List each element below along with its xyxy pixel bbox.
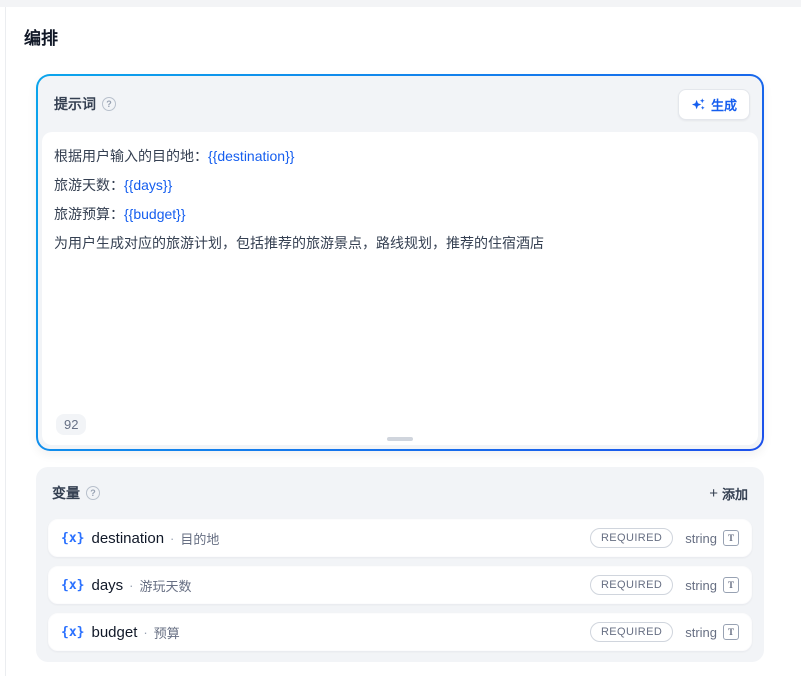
prompt-card-header: 提示词 ? 生成 bbox=[38, 76, 762, 132]
text-type-icon: T bbox=[723, 624, 739, 640]
variable-name: destination bbox=[91, 530, 164, 547]
prompt-card-inner: 提示词 ? 生成 根据用户输入的目的地：{{destination}} bbox=[38, 76, 762, 449]
required-badge: REQUIRED bbox=[590, 528, 673, 548]
page-title: 编排 bbox=[24, 24, 58, 49]
variables-panel: 变量 ? + 添加 {x} destination · 目的地 REQUIRED… bbox=[36, 467, 764, 662]
top-toolbar-edge bbox=[0, 0, 801, 7]
dot-separator: · bbox=[143, 625, 147, 640]
required-badge: REQUIRED bbox=[590, 622, 673, 642]
sparkle-icon bbox=[691, 97, 706, 112]
variable-type: string bbox=[685, 578, 717, 593]
add-variable-button[interactable]: + 添加 bbox=[709, 484, 748, 503]
variables-header: 变量 ? + 添加 bbox=[48, 467, 752, 519]
dot-separator: · bbox=[129, 578, 133, 593]
prompt-line-text: 根据用户输入的目的地： bbox=[54, 148, 208, 164]
prompt-title-group: 提示词 ? bbox=[54, 94, 116, 114]
variable-row-budget[interactable]: {x} budget · 预算 REQUIRED string T bbox=[48, 613, 752, 651]
prompt-variable-token: {{days}} bbox=[124, 177, 172, 193]
prompt-line-text: 旅游天数： bbox=[54, 177, 124, 193]
variable-row-meta: REQUIRED string T bbox=[590, 622, 739, 642]
prompt-line: 为用户生成对应的旅游计划，包括推荐的旅游景点，路线规划，推荐的住宿酒店 bbox=[54, 229, 746, 258]
prompt-line: 旅游预算：{{budget}} bbox=[54, 200, 746, 229]
text-type-icon: T bbox=[723, 577, 739, 593]
generate-button-label: 生成 bbox=[711, 95, 737, 114]
variable-type-group: string T bbox=[685, 577, 739, 593]
variable-description: 游玩天数 bbox=[140, 576, 192, 595]
variable-type: string bbox=[685, 531, 717, 546]
variable-braces-icon: {x} bbox=[61, 531, 84, 546]
prompt-line-text: 为用户生成对应的旅游计划，包括推荐的旅游景点，路线规划，推荐的住宿酒店 bbox=[54, 235, 544, 251]
variable-type: string bbox=[685, 625, 717, 640]
help-icon[interactable]: ? bbox=[102, 97, 116, 111]
prompt-variable-token: {{budget}} bbox=[124, 206, 186, 222]
generate-button[interactable]: 生成 bbox=[678, 89, 750, 120]
prompt-editor[interactable]: 根据用户输入的目的地：{{destination}} 旅游天数：{{days}}… bbox=[42, 132, 758, 445]
prompt-card: 提示词 ? 生成 根据用户输入的目的地：{{destination}} bbox=[36, 74, 764, 451]
variable-description: 目的地 bbox=[180, 529, 219, 548]
prompt-title: 提示词 bbox=[54, 94, 96, 114]
variables-title: 变量 bbox=[52, 483, 80, 503]
variable-braces-icon: {x} bbox=[61, 625, 84, 640]
variable-name: budget bbox=[91, 624, 137, 641]
char-count-badge: 92 bbox=[56, 414, 86, 435]
required-badge: REQUIRED bbox=[590, 575, 673, 595]
panel-left-divider bbox=[5, 7, 6, 676]
add-variable-label: 添加 bbox=[722, 484, 748, 503]
variable-braces-icon: {x} bbox=[61, 578, 84, 593]
prompt-variable-token: {{destination}} bbox=[208, 148, 294, 164]
text-type-icon: T bbox=[723, 530, 739, 546]
editor-resize-handle[interactable] bbox=[387, 437, 413, 441]
variable-row-meta: REQUIRED string T bbox=[590, 528, 739, 548]
variables-title-group: 变量 ? bbox=[52, 483, 100, 503]
prompt-line: 根据用户输入的目的地：{{destination}} bbox=[54, 142, 746, 171]
prompt-line: 旅游天数：{{days}} bbox=[54, 171, 746, 200]
variable-description: 预算 bbox=[154, 623, 180, 642]
variable-row-destination[interactable]: {x} destination · 目的地 REQUIRED string T bbox=[48, 519, 752, 557]
variable-row-meta: REQUIRED string T bbox=[590, 575, 739, 595]
variable-name: days bbox=[91, 577, 123, 594]
help-icon[interactable]: ? bbox=[86, 486, 100, 500]
prompt-line-text: 旅游预算： bbox=[54, 206, 124, 222]
variable-row-days[interactable]: {x} days · 游玩天数 REQUIRED string T bbox=[48, 566, 752, 604]
variable-type-group: string T bbox=[685, 624, 739, 640]
variable-type-group: string T bbox=[685, 530, 739, 546]
plus-icon: + bbox=[709, 486, 718, 501]
prompt-text: 根据用户输入的目的地：{{destination}} 旅游天数：{{days}}… bbox=[54, 142, 746, 258]
dot-separator: · bbox=[170, 531, 174, 546]
